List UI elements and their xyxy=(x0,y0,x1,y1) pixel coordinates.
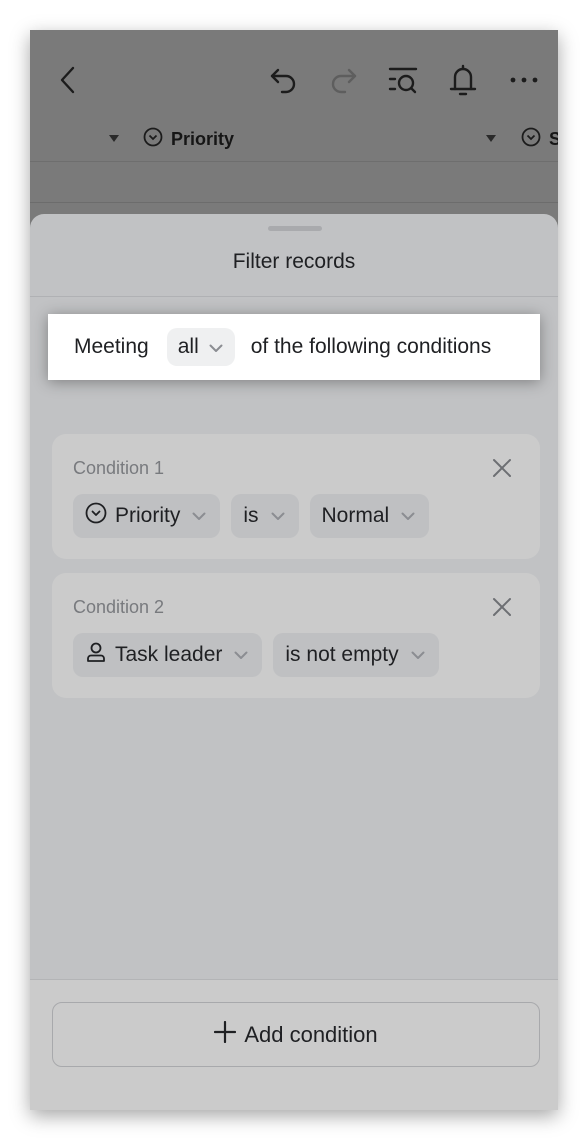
chevron-down-icon xyxy=(234,651,248,660)
close-icon xyxy=(493,459,511,477)
phone-screen: Priority S Filter records Meeting all of… xyxy=(30,30,558,1110)
chevron-down-icon xyxy=(209,335,223,359)
add-condition-button[interactable]: Add condition xyxy=(52,1002,540,1067)
column-header-priority[interactable]: Priority xyxy=(143,127,234,152)
match-suffix: of the following conditions xyxy=(250,335,492,358)
top-nav xyxy=(30,30,558,125)
condition-card: Condition 2 Task leader is not empty xyxy=(52,573,540,698)
operator-select[interactable]: is xyxy=(231,494,299,538)
remove-condition-button[interactable] xyxy=(490,456,514,480)
single-select-icon xyxy=(85,502,107,530)
bell-icon[interactable] xyxy=(445,62,481,98)
sheet-title: Filter records xyxy=(232,250,356,273)
chevron-down-icon xyxy=(401,512,415,521)
redo-icon[interactable] xyxy=(325,62,361,98)
field-select[interactable]: Priority xyxy=(73,494,221,538)
search-list-icon[interactable] xyxy=(385,62,421,98)
divider xyxy=(30,296,558,297)
condition-label: Condition 1 xyxy=(73,458,165,478)
row-divider xyxy=(30,202,558,203)
value-label: Normal xyxy=(321,504,390,527)
chevron-down-icon xyxy=(411,651,425,660)
match-mode-value: all xyxy=(177,335,199,358)
column-header-status[interactable]: S xyxy=(521,127,558,152)
sheet-grabber[interactable] xyxy=(268,226,322,231)
match-mode-bar: Meeting all of the following conditions xyxy=(48,314,540,380)
operator-label: is not empty xyxy=(285,643,399,666)
chevron-down-icon xyxy=(192,512,206,521)
column-menu-caret-icon[interactable] xyxy=(109,135,119,142)
match-prefix: Meeting xyxy=(74,335,149,358)
column-menu-caret-icon[interactable] xyxy=(486,135,496,142)
column-header-label: Priority xyxy=(171,129,235,149)
more-icon[interactable] xyxy=(506,62,542,98)
back-icon[interactable] xyxy=(50,62,86,98)
condition-label: Condition 2 xyxy=(73,597,165,617)
plus-icon xyxy=(214,1020,237,1049)
chevron-down-icon xyxy=(271,512,285,521)
match-mode-select[interactable]: all xyxy=(166,328,235,366)
remove-condition-button[interactable] xyxy=(490,595,514,619)
field-select[interactable]: Task leader xyxy=(73,633,263,677)
operator-select[interactable]: is not empty xyxy=(273,633,439,677)
person-icon xyxy=(85,641,107,669)
single-select-icon xyxy=(143,127,163,152)
field-label: Priority xyxy=(115,504,181,527)
operator-label: is xyxy=(243,504,259,527)
sheet-footer: Add condition xyxy=(30,979,558,1110)
close-icon xyxy=(493,598,511,616)
value-select[interactable]: Normal xyxy=(309,494,430,538)
column-header-bar: Priority S xyxy=(30,122,558,162)
undo-icon[interactable] xyxy=(266,62,302,98)
field-label: Task leader xyxy=(115,643,223,666)
column-header-label: S xyxy=(549,129,558,149)
filter-sheet: Filter records Meeting all of the follow… xyxy=(30,214,558,1110)
add-condition-label: Add condition xyxy=(244,1021,378,1047)
condition-card: Condition 1 Priority is Normal xyxy=(52,434,540,559)
single-select-icon xyxy=(521,127,541,152)
